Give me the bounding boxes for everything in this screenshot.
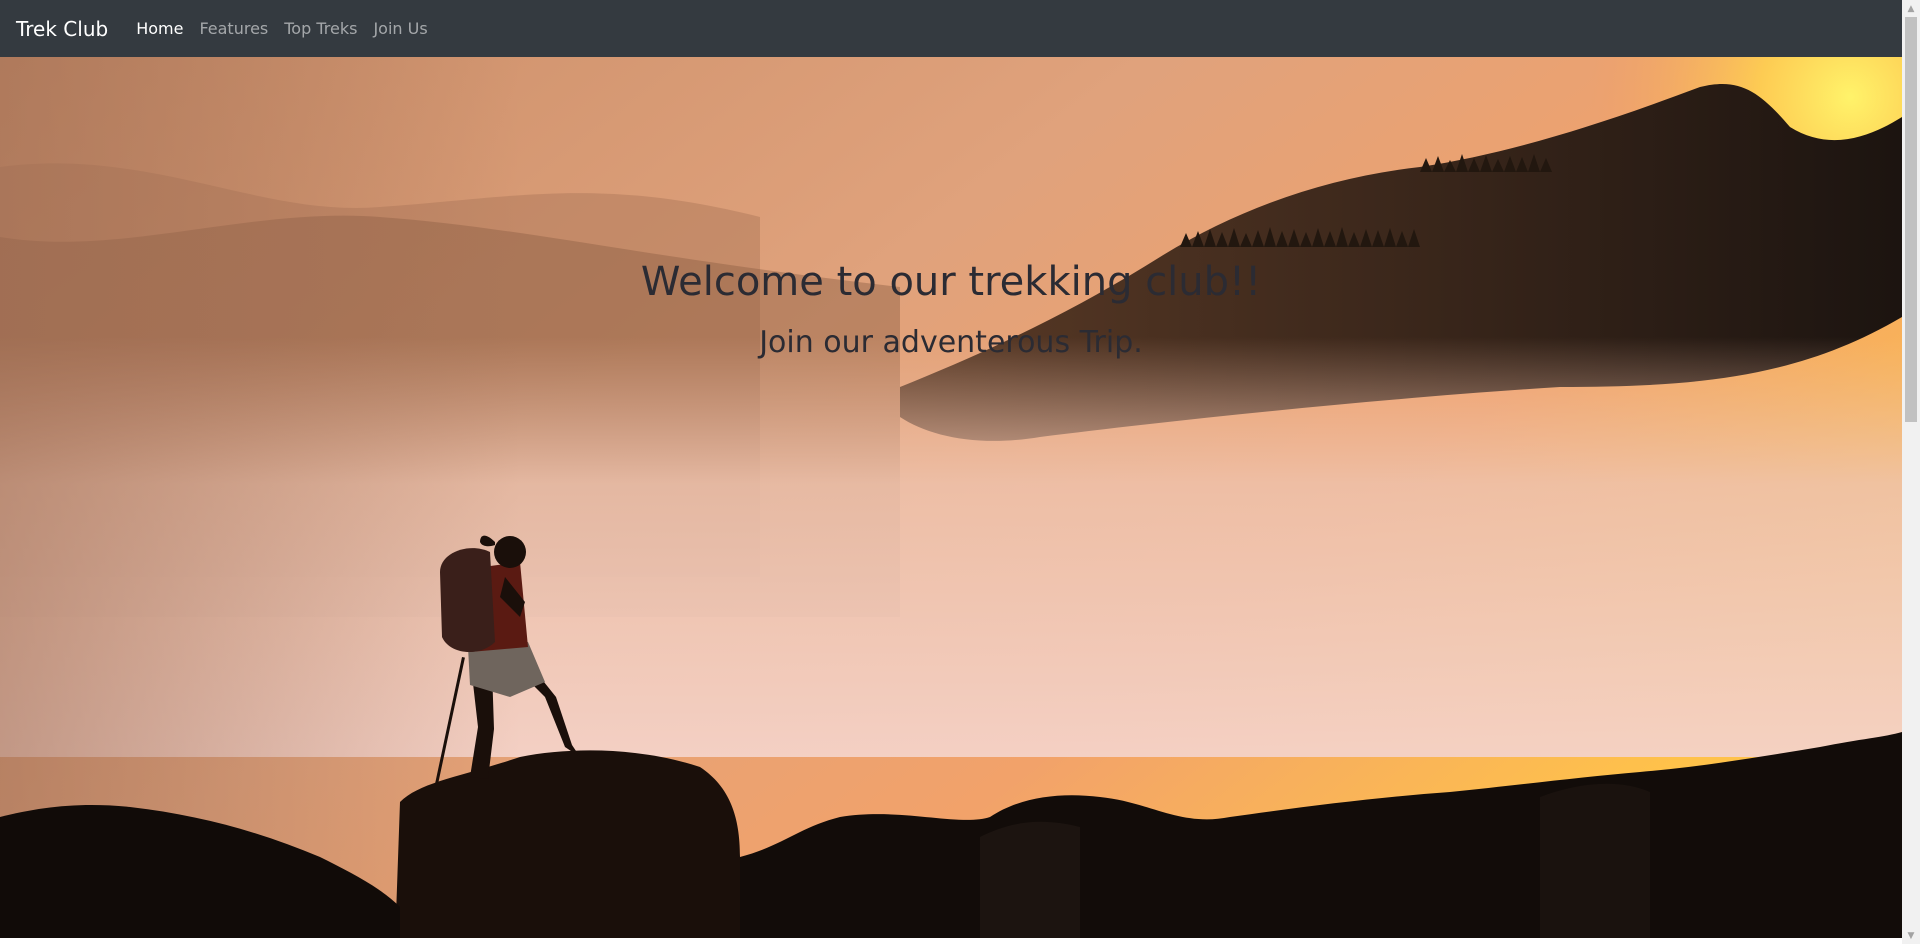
hero-background-image [0,57,1902,944]
nav-links: Home Features Top Treks Join Us [128,19,435,38]
scrollbar-thumb[interactable] [1905,17,1917,422]
vertical-scrollbar[interactable]: ▲ ▼ [1902,0,1920,944]
nav-home-link[interactable]: Home [128,19,191,38]
nav-features-link[interactable]: Features [191,19,276,38]
nav-join-us-link[interactable]: Join Us [365,19,435,38]
scroll-down-arrow-icon[interactable]: ▼ [1902,927,1920,944]
scroll-up-arrow-icon[interactable]: ▲ [1902,0,1920,17]
top-navbar: Trek Club Home Features Top Treks Join U… [0,0,1902,57]
brand-logo-link[interactable]: Trek Club [16,17,108,41]
page-bottom-edge [0,938,1902,944]
page-viewport: Trek Club Home Features Top Treks Join U… [0,0,1902,944]
hero-section: Welcome to our trekking club!! Join our … [0,57,1902,944]
nav-top-treks-link[interactable]: Top Treks [276,19,365,38]
hero-title: Welcome to our trekking club!! [640,259,1262,305]
hero-subtitle: Join our adventerous Trip. [759,325,1143,360]
